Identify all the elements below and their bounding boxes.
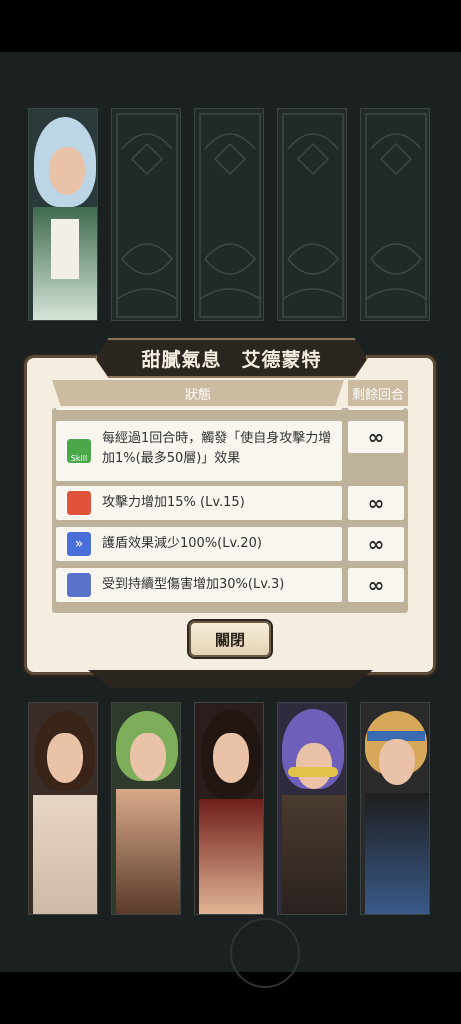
effect-text: 受到持續型傷害增加30%(Lv.3) [102, 577, 285, 592]
character-slot-4[interactable] [277, 702, 347, 915]
character-portrait [29, 703, 97, 914]
close-button[interactable]: 關閉 [189, 621, 271, 657]
character-portrait [195, 703, 263, 914]
home-gesture-indicator [230, 918, 300, 988]
effect-name: 甜膩氣息 [141, 348, 222, 371]
list-item: » 護盾效果減少100%(Lv.20) ∞ [56, 527, 404, 561]
dialog-bottom-trim [88, 670, 373, 688]
character-slot-2[interactable] [111, 702, 181, 915]
team-slot-2-empty[interactable] [111, 108, 181, 321]
list-item [56, 408, 404, 410]
character-slot-5[interactable] [360, 702, 430, 915]
header-remaining-turns: 剩餘回合 [348, 380, 408, 406]
dialog-title-banner: 甜膩氣息 艾德蒙特 [95, 338, 368, 378]
character-slot-1[interactable] [28, 702, 98, 915]
team-slot-4-empty[interactable] [277, 108, 347, 321]
skill-icon: Skill [66, 438, 92, 464]
dot-damage-up-icon [66, 572, 92, 598]
effect-text: 護盾效果減少100%(Lv.20) [102, 536, 262, 551]
character-portrait-edmont [29, 109, 97, 320]
list-item: Skill 每經過1回合時，觸發「使自身攻擊力增 加1%(最多50層)」效果 ∞ [56, 421, 404, 481]
effect-text-line1: 每經過1回合時，觸發「使自身攻擊力增 [102, 431, 332, 446]
remaining-turns: ∞ [348, 568, 404, 602]
remaining-turns: ∞ [348, 421, 404, 453]
team-slot-1[interactable] [28, 108, 98, 321]
character-slot-3[interactable] [194, 702, 264, 915]
effect-text: 攻擊力增加15% (Lv.15) [102, 495, 245, 510]
attack-up-icon [66, 490, 92, 516]
character-name: 艾德蒙特 [241, 348, 322, 371]
effect-text-line2: 加1%(最多50層)」效果 [102, 451, 241, 466]
character-portrait [278, 703, 346, 914]
character-portrait [361, 703, 429, 914]
skill-icon-label: Skill [70, 454, 88, 463]
effect-list[interactable]: Skill 每經過1回合時，觸發「使自身攻擊力增 加1%(最多50層)」效果 ∞… [52, 408, 408, 613]
team-slot-5-empty[interactable] [360, 108, 430, 321]
list-item: 受到持續型傷害增加30%(Lv.3) ∞ [56, 568, 404, 602]
remaining-turns: ∞ [348, 527, 404, 561]
list-item: 攻擊力增加15% (Lv.15) ∞ [56, 486, 404, 520]
remaining-turns: ∞ [348, 486, 404, 520]
table-header: 狀態 剩餘回合 [52, 380, 408, 406]
team-slot-3-empty[interactable] [194, 108, 264, 321]
shield-down-icon: » [66, 531, 92, 557]
header-status: 狀態 [52, 380, 344, 406]
character-portrait [112, 703, 180, 914]
